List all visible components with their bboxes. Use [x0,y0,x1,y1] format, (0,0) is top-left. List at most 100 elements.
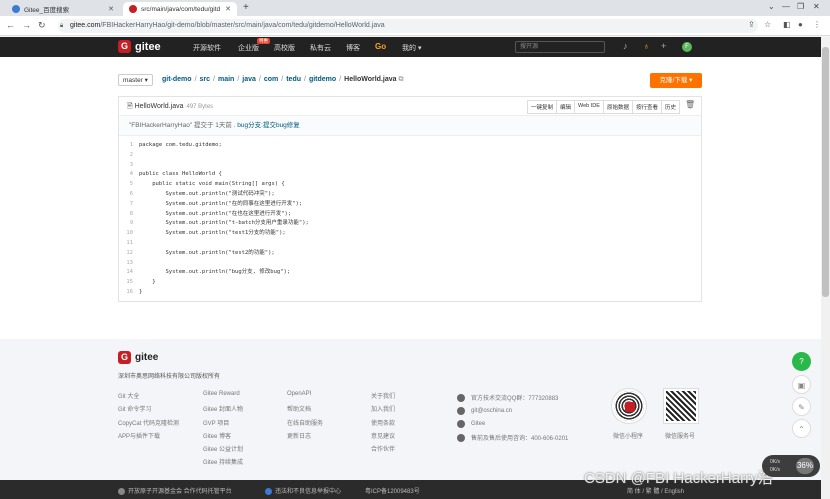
gitee-logo[interactable]: G gitee [118,40,161,53]
line-number[interactable]: 9 [119,219,139,229]
icp-link[interactable]: 粤ICP备12009483号 [365,486,420,495]
footer-link[interactable]: Gitee Reward [203,391,243,404]
crumb-java[interactable]: java [242,76,256,83]
footer-link[interactable]: 合作伙伴 [371,444,395,457]
profile-icon[interactable]: ● [798,20,803,29]
footer-link[interactable]: 意见建议 [371,431,395,444]
crumb-repo[interactable]: git-demo [162,76,192,83]
line-number[interactable]: 12 [119,249,139,259]
minimize-icon[interactable]: — [782,2,790,11]
edit-button[interactable]: 编辑 [556,100,576,114]
crumb-main[interactable]: main [218,76,234,83]
footer-link[interactable]: CopyCat 代码克隆检测 [118,418,179,431]
back-icon[interactable]: ← [6,20,15,30]
restore-icon[interactable]: ❐ [797,2,804,11]
footer-link[interactable]: Gitee 持续集成 [203,457,243,470]
commit-message[interactable]: bug分支:提交bug修复 [237,122,300,129]
footer-link[interactable]: 关于我们 [371,391,395,404]
close-window-icon[interactable]: ✕ [813,2,820,11]
footer-link[interactable]: 在线自助服务 [287,418,323,431]
footer-link[interactable]: GVP 项目 [203,418,243,431]
back-to-top-button[interactable]: ⌃ [792,419,811,438]
blame-button[interactable]: 按行查看 [631,100,662,114]
crumb-src[interactable]: src [200,76,211,83]
nav-open-source[interactable]: 开源软件 [193,43,221,53]
trash-icon[interactable]: 🗑︎ [685,100,695,109]
line-number[interactable]: 16 [119,288,139,298]
footer-link[interactable]: 使用条款 [371,418,395,431]
footer-link[interactable]: Git 命令学习 [118,404,179,417]
crumb-gitdemo[interactable]: gitdemo [309,76,336,83]
nav-education[interactable]: 高校版 [274,43,295,53]
search-input[interactable]: 搜开源 [515,41,605,53]
line-source: System.out.println("test1分支的功能"); [139,230,286,237]
nav-private-cloud[interactable]: 私有云 [310,43,331,53]
raw-button[interactable]: 原始数据 [602,100,633,114]
url-input[interactable]: 🔒︎ gitee.com/FBIHackerHarryHao/git-demo/… [58,19,758,33]
url-host: gitee.com [70,22,101,29]
copy-path-icon[interactable]: ⧉ [398,76,403,83]
avatar[interactable]: F [682,42,692,52]
crumb-tedu[interactable]: tedu [286,76,301,83]
star-icon[interactable]: ☆ [764,20,771,29]
footer-link[interactable]: 加入我们 [371,404,395,417]
footer-link[interactable]: Gitee 封面人物 [203,404,243,417]
history-button[interactable]: 历史 [660,100,680,114]
line-number[interactable]: 3 [119,161,139,171]
scrollbar[interactable] [821,37,830,499]
footer-link[interactable]: Gitee 公益计划 [203,444,243,457]
sidebar-icon[interactable]: ◧ [783,20,791,29]
contact-email[interactable]: git@oschina.cn [471,408,512,414]
line-number[interactable]: 11 [119,239,139,249]
line-number[interactable]: 8 [119,210,139,220]
reload-icon[interactable]: ↻ [38,20,46,31]
nav-mine[interactable]: 我的 ▾ [402,43,421,53]
lightbulb-icon[interactable]: ♁ [643,41,650,51]
line-number[interactable]: 4 [119,170,139,180]
line-number[interactable]: 14 [119,268,139,278]
line-number[interactable]: 1 [119,141,139,151]
tab-gitee[interactable]: src/main/java/com/tedu/gitd ✕ [123,2,237,16]
footer-logo[interactable]: G gitee [118,351,158,364]
close-tab-icon[interactable]: ✕ [108,5,114,13]
report-link[interactable]: 违法和不良信息举报中心 [265,486,341,495]
footer-link[interactable]: APP与插件下载 [118,431,179,444]
copy-button[interactable]: 一键复制 [527,100,558,114]
bell-icon[interactable]: ♪ [623,41,628,51]
line-number[interactable]: 6 [119,190,139,200]
contact-weibo[interactable]: Gitee [471,421,485,427]
line-number[interactable]: 2 [119,151,139,161]
footer-link[interactable]: Git 大全 [118,391,179,404]
footer-link[interactable]: 帮助文档 [287,404,323,417]
image-icon[interactable]: ▣ [792,375,811,394]
file-header: 🗎︎ HelloWorld.java 497 Bytes 一键复制 编辑 Web … [119,97,701,116]
nav-blog[interactable]: 博客 [346,43,360,53]
openatom-link[interactable]: 开放原子开源基金会 合作代码托管平台 [118,486,232,495]
feedback-icon[interactable]: ✎ [792,397,811,416]
scrollbar-thumb[interactable] [822,47,829,297]
commit-author[interactable]: "FBIHackerHarryHao" [129,122,192,129]
new-tab-button[interactable]: + [243,2,249,13]
chevron-down-icon[interactable]: ⌄ [768,2,775,11]
line-number[interactable]: 10 [119,229,139,239]
share-icon[interactable]: ⇪ [748,20,755,29]
nav-enterprise[interactable]: 企业版 [238,43,259,53]
line-number[interactable]: 7 [119,200,139,210]
tab-baidu[interactable]: Gitee_百度搜索 ✕ [6,2,120,16]
help-button[interactable]: ? [792,352,811,371]
line-number[interactable]: 5 [119,180,139,190]
plus-icon[interactable]: + [661,41,666,51]
menu-icon[interactable]: ⋮ [813,20,821,29]
close-tab-icon[interactable]: ✕ [225,5,231,13]
line-number[interactable]: 15 [119,278,139,288]
crumb-com[interactable]: com [264,76,278,83]
clone-download-button[interactable]: 克隆/下载 ▾ [650,73,702,88]
branch-select[interactable]: master ▾ [118,74,153,86]
forward-icon[interactable]: → [22,20,31,30]
footer-link[interactable]: 更新日志 [287,431,323,444]
web-ide-button[interactable]: Web IDE [574,100,604,114]
footer-link[interactable]: Gitee 博客 [203,431,243,444]
line-number[interactable]: 13 [119,259,139,269]
footer-link[interactable]: OpenAPI [287,391,323,404]
nav-go[interactable]: Go [375,42,386,51]
